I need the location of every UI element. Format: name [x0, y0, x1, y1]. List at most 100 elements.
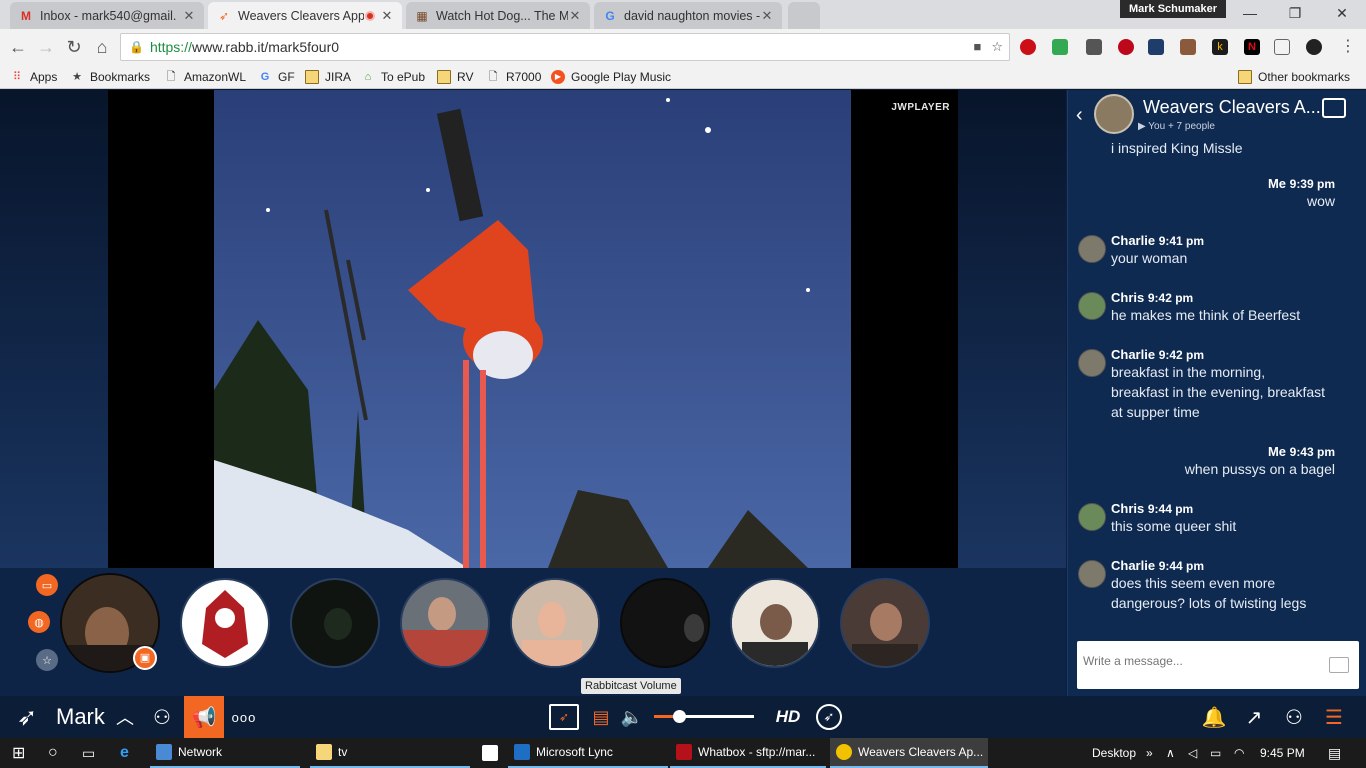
image-upload-icon[interactable]	[1329, 657, 1349, 673]
participant-avatar[interactable]	[510, 578, 600, 668]
url-scheme: https://	[149, 39, 192, 55]
participant-avatar[interactable]	[400, 578, 490, 668]
microphone-toggle-icon[interactable]: ◍	[28, 611, 50, 633]
bookmark-google-play-music[interactable]: ▶ Google Play Music	[551, 68, 671, 86]
menu-icon[interactable]: ⋮	[1338, 37, 1358, 57]
hd-toggle[interactable]: HD	[770, 704, 806, 730]
message-body: Chris 9:42 pm he makes me think of Beerf…	[1111, 290, 1356, 325]
video-player[interactable]: JWPLAYER	[108, 90, 958, 568]
taskbar-chrome[interactable]: Weavers Cleavers Ap...	[830, 738, 988, 768]
home-icon[interactable]: ⌂	[92, 37, 112, 57]
volume-slider-handle[interactable]	[673, 710, 686, 723]
minimize-icon[interactable]: —	[1240, 4, 1260, 22]
participant-avatar[interactable]	[180, 578, 270, 668]
shield-icon[interactable]	[1148, 39, 1164, 55]
close-icon[interactable]: ✕	[760, 8, 774, 24]
chevron-left-icon[interactable]: ‹	[1076, 104, 1083, 127]
reload-icon[interactable]: ↻	[64, 37, 84, 57]
notifications-icon[interactable]: ▤	[1322, 738, 1352, 768]
chevron-up-icon[interactable]: ∧	[1160, 738, 1182, 768]
rabbit-badge-icon[interactable]: ➶	[816, 704, 842, 730]
room-avatar	[1094, 94, 1134, 134]
bookmark-gf[interactable]: G GF	[258, 68, 295, 86]
bookmark-rv[interactable]: RV	[437, 68, 473, 86]
more-options-button[interactable]: ooo	[228, 706, 260, 728]
remote-control-icon[interactable]: ▣	[133, 646, 157, 670]
bookmark-amazonwl[interactable]: 🗋 AmazonWL	[164, 68, 246, 86]
address-bar[interactable]: 🔒 https://www.rabb.it/mark5four0 ■ ☆	[120, 33, 1010, 61]
participant-avatar[interactable]	[840, 578, 930, 668]
new-tab-button[interactable]	[788, 2, 820, 29]
google-translate-icon[interactable]	[1052, 39, 1068, 55]
speaker-icon[interactable]: ◁	[1182, 738, 1204, 768]
screen-share-icon[interactable]: ➶	[549, 704, 579, 730]
close-window-icon[interactable]: ✕	[1332, 4, 1352, 22]
bookmark-apps[interactable]: ⠿ Apps	[10, 68, 57, 86]
restore-icon[interactable]: ❐	[1285, 4, 1305, 22]
chat-toggle-icon[interactable]: ☰	[1320, 704, 1348, 730]
pinterest-icon[interactable]	[1118, 39, 1134, 55]
chat-message-input[interactable]	[1083, 647, 1323, 675]
star-icon[interactable]: ☆	[36, 649, 58, 671]
taskbar-network[interactable]: Network	[150, 738, 300, 768]
search-icon[interactable]: ○	[42, 738, 72, 768]
briefcase-icon[interactable]	[1180, 39, 1196, 55]
bookmark-other[interactable]: Other bookmarks	[1238, 68, 1350, 86]
volume-slider[interactable]	[654, 710, 754, 723]
edge-icon[interactable]: e	[114, 738, 144, 768]
store-icon[interactable]	[476, 738, 504, 768]
profile-name[interactable]: Mark Schumaker	[1120, 0, 1226, 18]
close-icon[interactable]: ✕	[182, 8, 196, 24]
activity-icon[interactable]: ↗	[1240, 704, 1268, 730]
chevron-up-icon[interactable]: ︿	[114, 704, 136, 730]
task-view-icon[interactable]: ▭	[76, 738, 106, 768]
clock[interactable]: 9:45 PM	[1254, 738, 1314, 768]
participants-strip: ▭ ◍ ☆ ▣	[0, 568, 1066, 696]
participant-avatar[interactable]	[620, 578, 710, 668]
bookmark-bookmarks[interactable]: ★ Bookmarks	[70, 68, 150, 86]
add-friend-icon[interactable]: ⚇	[148, 704, 176, 730]
camera-icon[interactable]: ■	[973, 39, 981, 55]
start-icon[interactable]: ⊞	[6, 738, 40, 768]
message-line: dangerous? lots of twisting legs	[1111, 595, 1307, 611]
user-name[interactable]: Mark	[56, 704, 105, 730]
message-time: 9:42 pm	[1147, 291, 1194, 305]
extension-icon[interactable]	[1306, 39, 1322, 55]
cast-icon[interactable]	[1274, 39, 1290, 55]
bell-icon[interactable]: 🔔	[1200, 704, 1228, 730]
battery-icon[interactable]: ▭	[1204, 738, 1226, 768]
page-icon: 🗋	[166, 71, 176, 83]
back-icon[interactable]: ←	[8, 37, 28, 57]
bookmark-to-epub[interactable]: ⌂ To ePub	[361, 68, 425, 86]
tab-weavers-cleavers[interactable]: ➶ Weavers Cleavers App ✕	[208, 2, 402, 29]
bookmark-star-icon[interactable]: ☆	[991, 39, 1003, 55]
desktop-toolbar[interactable]: Desktop	[1086, 738, 1146, 768]
unlock-icon[interactable]	[1322, 98, 1346, 118]
chevron-icon[interactable]: »	[1140, 738, 1156, 768]
opera-icon[interactable]	[1020, 39, 1036, 55]
rabbit-logo-icon[interactable]: ➶	[10, 702, 44, 732]
kindle-icon[interactable]: k	[1212, 39, 1228, 55]
camera-toggle-icon[interactable]: ▭	[36, 574, 58, 596]
eyedropper-icon[interactable]	[1086, 39, 1102, 55]
wifi-icon[interactable]: ◠	[1228, 738, 1250, 768]
tab-google-search[interactable]: G david naughton movies - ✕	[594, 2, 782, 29]
taskbar-tv[interactable]: tv	[310, 738, 470, 768]
tab-hot-dog[interactable]: ▦ Watch Hot Dog... The Mo ✕	[406, 2, 590, 29]
megaphone-icon[interactable]: 📢	[184, 696, 224, 738]
remote-control-icon[interactable]: ▤	[588, 704, 614, 730]
bookmark-jira[interactable]: JIRA	[305, 68, 351, 86]
tab-gmail[interactable]: M Inbox - mark540@gmail. ✕	[10, 2, 204, 29]
netflix-icon[interactable]: N	[1244, 39, 1260, 55]
close-icon[interactable]: ✕	[380, 8, 394, 24]
taskbar-whatbox[interactable]: Whatbox - sftp://mar...	[670, 738, 826, 768]
participant-avatar[interactable]	[730, 578, 820, 668]
forward-icon[interactable]: →	[36, 37, 56, 57]
chat-member-count[interactable]: ▶ You + 7 people	[1138, 121, 1215, 132]
volume-icon[interactable]: 🔈	[620, 704, 644, 730]
close-icon[interactable]: ✕	[568, 8, 582, 24]
taskbar-lync[interactable]: Microsoft Lync	[508, 738, 668, 768]
bookmark-r7000[interactable]: 🗋 R7000	[486, 68, 542, 86]
participant-avatar[interactable]	[290, 578, 380, 668]
friends-icon[interactable]: ⚇	[1278, 704, 1310, 730]
